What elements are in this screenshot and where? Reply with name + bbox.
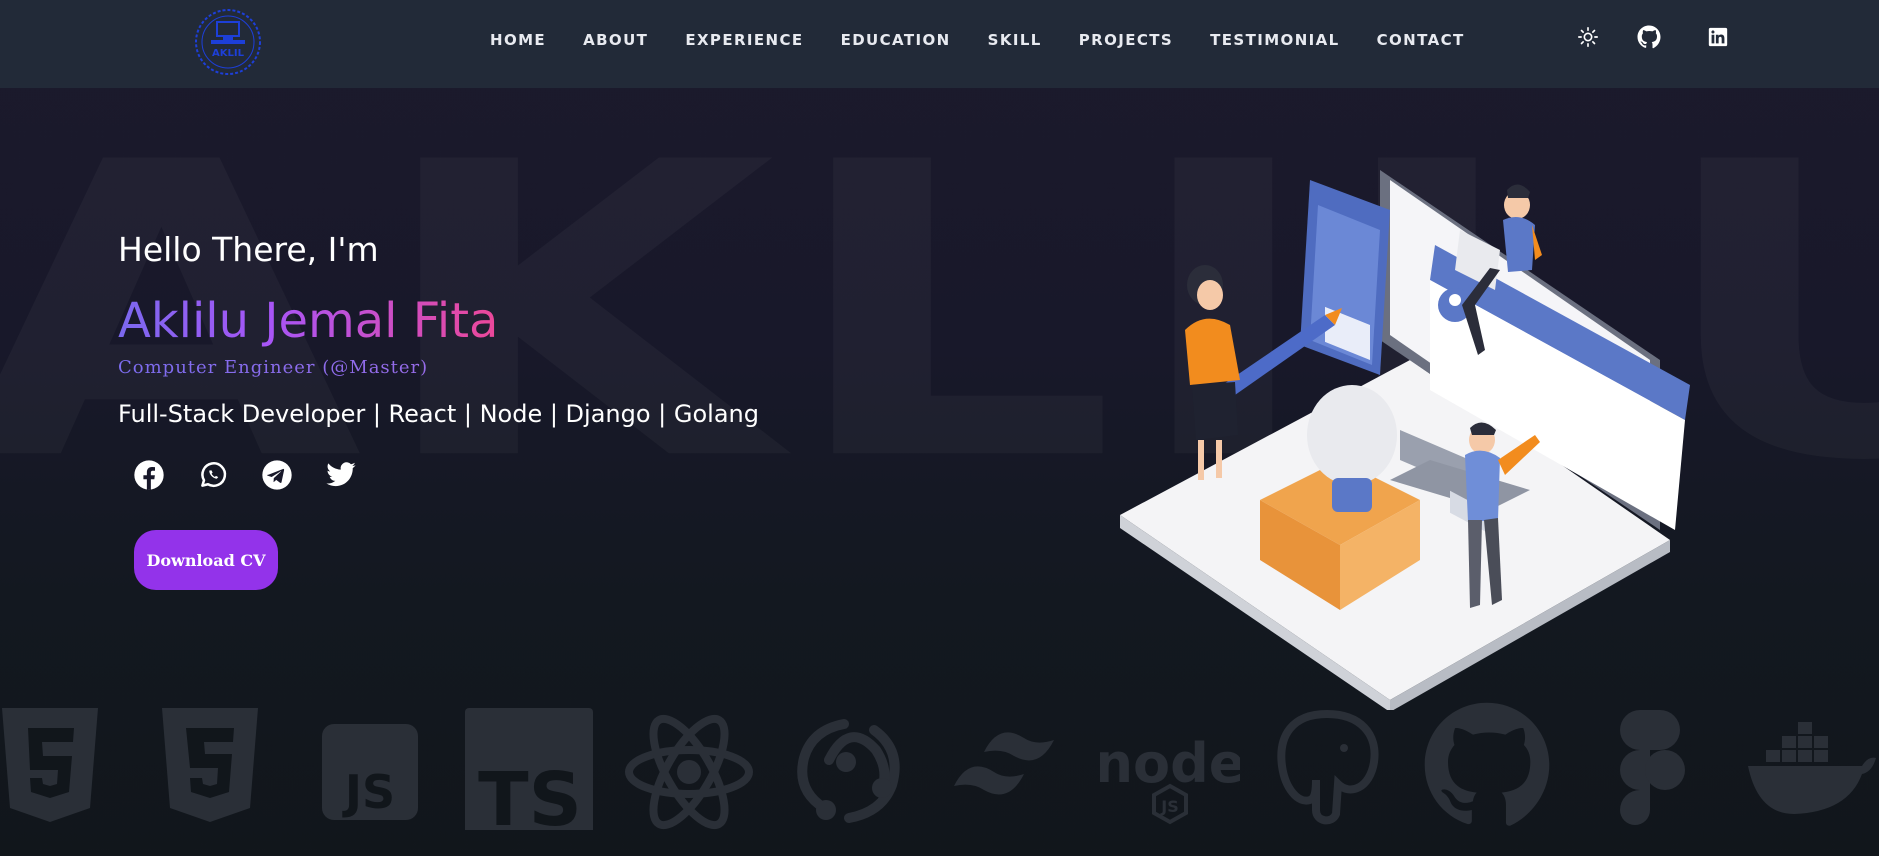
javascript-icon: JS [322,724,418,820]
logo-text: AKLIL [212,48,245,59]
hero-section: Hello There, I'm Aklilu Jemal Fita Compu… [118,230,759,590]
github-icon[interactable] [1634,22,1664,52]
logo[interactable]: AKLIL [193,4,263,80]
tech-stack-row: JS TS node JS [0,700,1879,840]
docker-icon [1748,722,1876,814]
hero-name: Aklilu Jemal Fita [118,293,499,349]
html5-icon [2,708,98,822]
nav-experience[interactable]: EXPERIENCE [685,31,803,49]
hero-greeting: Hello There, I'm [118,230,379,269]
hero-tagline: Full-Stack Developer | React | Node | Dj… [118,400,759,428]
postgresql-icon [1277,709,1379,825]
social-links [132,458,759,492]
telegram-icon[interactable] [260,458,294,492]
css3-icon [162,708,258,822]
whatsapp-icon[interactable] [196,458,230,492]
nav-education[interactable]: EDUCATION [841,31,951,49]
nodejs-icon: node JS [1100,732,1240,825]
sun-icon[interactable] [1573,22,1603,52]
nav-icons [1570,22,1733,52]
nav-links: HOME ABOUT EXPERIENCE EDUCATION SKILL PR… [490,0,1502,80]
redux-icon [797,719,900,823]
twitter-icon[interactable] [324,458,358,492]
typescript-icon-text: TS [478,757,582,830]
typescript-icon: TS [465,708,593,830]
facebook-icon[interactable] [132,458,166,492]
nav-home[interactable]: HOME [490,31,546,49]
github-tech-icon [1424,702,1550,826]
linkedin-icon[interactable] [1703,22,1733,52]
nav-skill[interactable]: SKILL [988,31,1042,49]
nav-projects[interactable]: PROJECTS [1079,31,1173,49]
nav-testimonial[interactable]: TESTIMONIAL [1210,31,1339,49]
javascript-icon-text: JS [342,765,395,819]
hero-illustration [1110,160,1700,712]
nav-about[interactable]: ABOUT [583,31,648,49]
nodejs-icon-subtext: JS [1160,797,1178,816]
hero-degree: Computer Engineer (@Master) [118,357,759,378]
navbar: AKLIL HOME ABOUT EXPERIENCE EDUCATION SK… [0,0,1879,88]
figma-icon [1620,710,1685,825]
nav-contact[interactable]: CONTACT [1377,31,1465,49]
react-icon [625,714,753,830]
download-cv-button[interactable]: Download CV [134,530,278,590]
tailwind-icon [954,732,1054,795]
